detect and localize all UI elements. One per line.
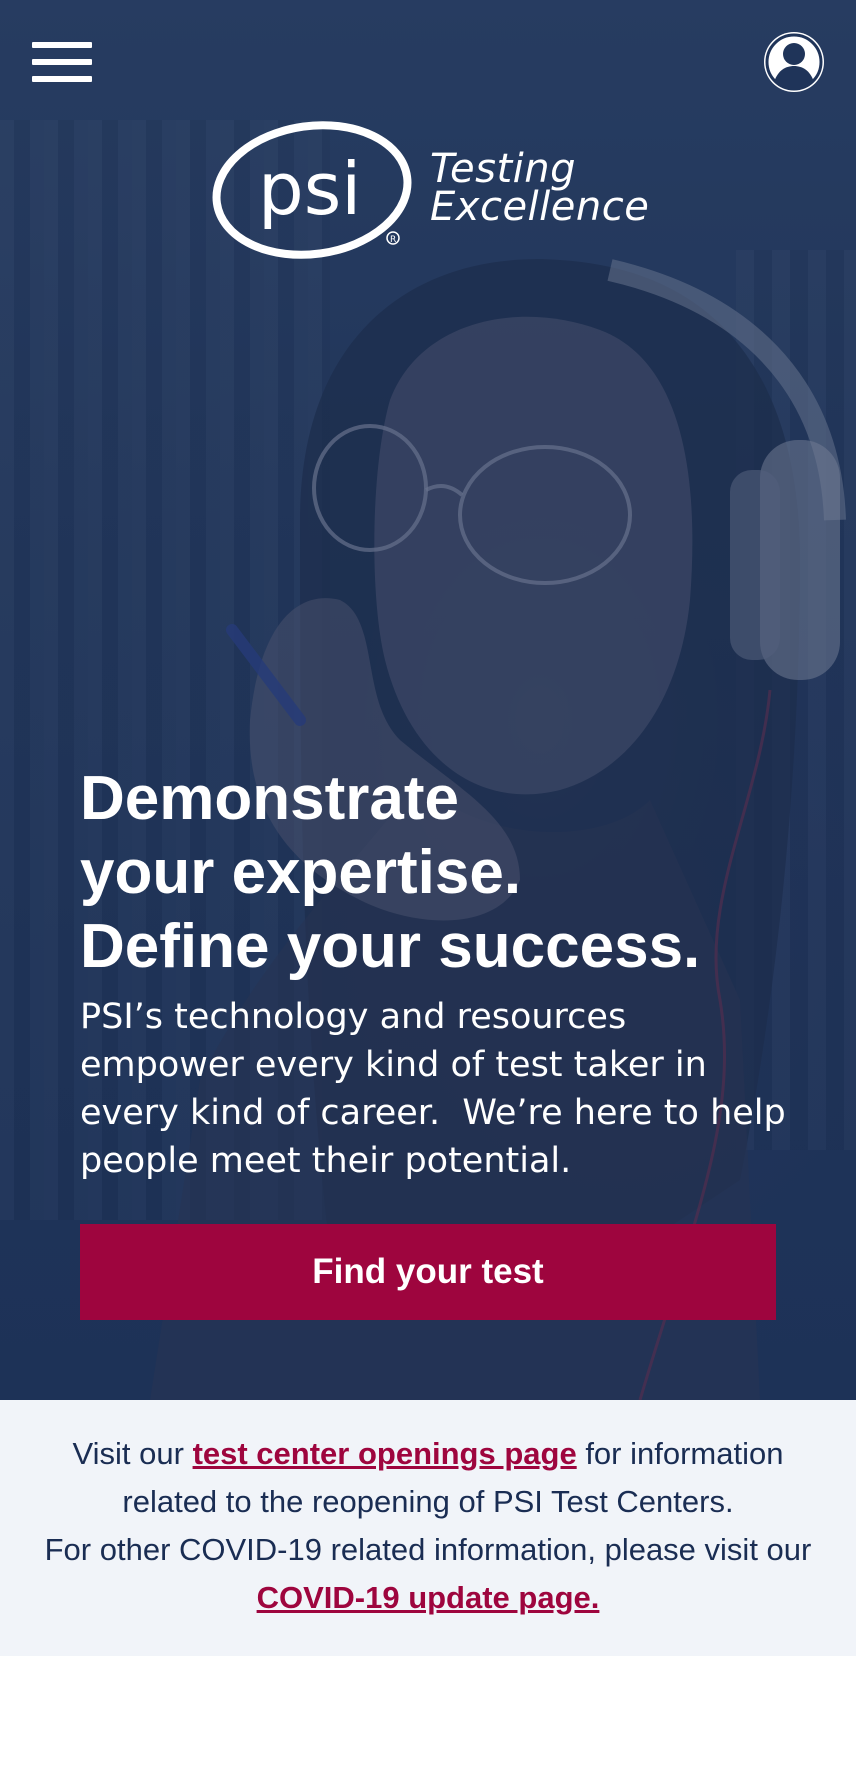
description-line4: people meet their potential. — [80, 1141, 572, 1181]
notice-line3: For other COVID-19 related information, … — [44, 1532, 812, 1567]
logo-mark-text: psi — [258, 147, 361, 231]
user-silhouette-icon — [765, 33, 823, 91]
covid-update-link[interactable]: COVID-19 update page. — [257, 1580, 600, 1615]
description-line1: PSI’s technology and resources — [80, 997, 627, 1037]
logo-tagline-line1: Testing — [430, 146, 576, 192]
description-line3: every kind of career. We’re here to help — [80, 1093, 786, 1133]
description-line2: empower every kind of test taker in — [80, 1045, 707, 1085]
notice-line2: related to the reopening of PSI Test Cen… — [122, 1484, 734, 1519]
notice-line4: COVID-19 update page. — [0, 1574, 856, 1622]
svg-text:R: R — [390, 235, 396, 245]
headline-line3: Define your success. — [80, 912, 701, 981]
headline-line1: Demonstrate — [80, 764, 459, 833]
menu-bar-top — [32, 42, 92, 48]
hamburger-menu-icon[interactable] — [32, 40, 92, 84]
covid-notice-banner: Visit our test center openings page for … — [0, 1400, 856, 1656]
hero-section: psi R Testing Excellence Demonstrate you… — [0, 0, 856, 1400]
user-account-icon[interactable] — [764, 32, 824, 92]
notice-line1-prefix: Visit our — [72, 1436, 193, 1471]
logo-tagline-line2: Excellence — [430, 184, 650, 230]
notice-line1: Visit our test center openings page for … — [0, 1430, 856, 1478]
headline-line2: your expertise. — [80, 838, 522, 907]
test-center-openings-link[interactable]: test center openings page — [193, 1436, 577, 1471]
hero-description: PSI’s technology and resources empower e… — [80, 993, 786, 1185]
menu-bar-bottom — [32, 76, 92, 82]
menu-bar-middle — [32, 59, 92, 65]
find-your-test-button[interactable]: Find your test — [80, 1224, 776, 1320]
hero-headline: Demonstrate your expertise. Define your … — [80, 762, 800, 984]
notice-line1-suffix: for information — [576, 1436, 784, 1471]
logo-tagline: Testing Excellence — [430, 146, 650, 230]
